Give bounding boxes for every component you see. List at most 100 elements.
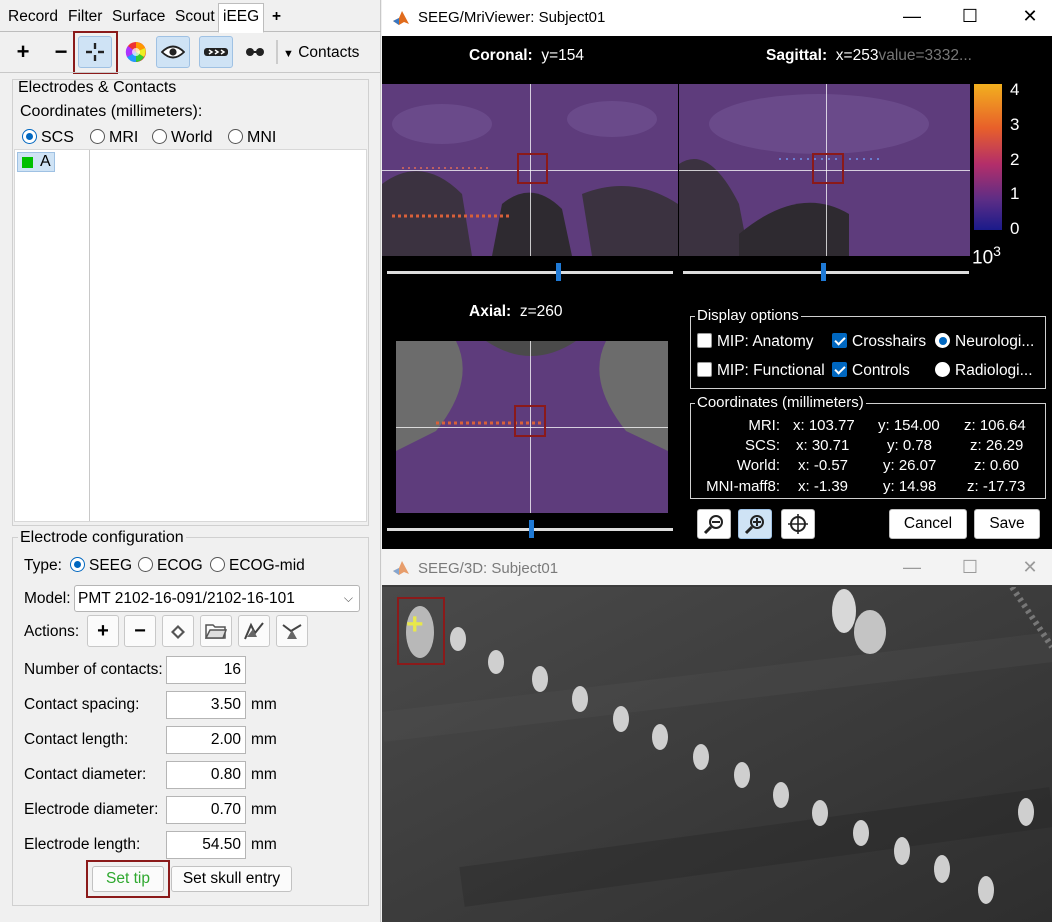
coord-scs-radio[interactable]: SCS <box>22 129 74 147</box>
electrode-color-swatch <box>22 157 33 168</box>
coord-mni-radio[interactable]: MNI <box>228 129 276 147</box>
ieeg-panel: Record Filter Surface Scout iEEG + + − ▼… <box>0 0 381 922</box>
sagittal-slider[interactable] <box>683 271 969 274</box>
neurological-radio[interactable]: Neurologi... <box>935 333 1034 351</box>
action-open-button[interactable] <box>200 615 232 647</box>
maximize-icon[interactable]: ☐ <box>955 557 985 578</box>
model-select[interactable]: PMT 2102-16-091/2102-16-101 ⌵ <box>74 585 360 612</box>
sagittal-value: x=253 <box>835 47 879 64</box>
tab-add[interactable]: + <box>268 4 285 30</box>
list-item[interactable]: A <box>17 152 55 172</box>
electrode-direction-button[interactable] <box>199 36 233 68</box>
tab-surface[interactable]: Surface <box>108 4 169 30</box>
checkbox-indicator <box>832 333 847 348</box>
coronal-target-box <box>517 153 548 184</box>
axial-slice[interactable] <box>396 341 668 513</box>
axial-name: Axial: <box>469 303 512 320</box>
electrode-list[interactable]: A <box>14 149 367 522</box>
coord-mri-radio[interactable]: MRI <box>90 129 138 147</box>
tip-crosshair-icon: + <box>406 608 424 641</box>
coord-mni-z: z: -17.73 <box>967 478 1026 495</box>
mip-functional-checkbox[interactable]: MIP: Functional <box>697 362 825 380</box>
type-ecog-mid-radio[interactable]: ECOG-mid <box>210 557 305 575</box>
crosshair-highlight <box>73 31 118 74</box>
save-button[interactable]: Save <box>974 509 1040 539</box>
maximize-icon[interactable]: ☐ <box>955 6 985 27</box>
radiological-radio[interactable]: Radiologi... <box>935 362 1033 380</box>
add-electrode-button[interactable]: + <box>6 36 40 68</box>
action-add-button[interactable]: + <box>87 615 119 647</box>
coord-mri-y: y: 154.00 <box>878 417 940 434</box>
checkbox-indicator <box>697 333 712 348</box>
action-project-button[interactable] <box>238 615 270 647</box>
contacts-menu[interactable]: ▼ Contacts <box>283 44 359 62</box>
coord-world-y: y: 26.07 <box>883 457 937 474</box>
radio-indicator <box>138 557 153 572</box>
type-seeg-radio[interactable]: SEEG <box>70 557 132 575</box>
coordinates-label: Coordinates (millimeters): <box>20 103 203 120</box>
controls-checkbox[interactable]: Controls <box>832 362 910 380</box>
type-ecog-radio[interactable]: ECOG <box>138 557 203 575</box>
electrode-length-label: Electrode length: <box>24 836 141 853</box>
action-remove-button[interactable]: − <box>124 615 156 647</box>
contact-diameter-unit: mm <box>251 766 277 783</box>
sagittal-slider-thumb[interactable] <box>821 263 826 281</box>
sagittal-target-box <box>812 153 844 184</box>
num-contacts-input[interactable]: 16 <box>166 656 246 684</box>
caret-down-icon: ▼ <box>283 48 294 60</box>
visibility-button[interactable] <box>156 36 190 68</box>
axial-slider-thumb[interactable] <box>529 520 534 538</box>
type-seeg-label: SEEG <box>89 557 133 574</box>
action-edit-button[interactable] <box>162 615 194 647</box>
viewer-3d-canvas[interactable]: + <box>382 585 1052 922</box>
contact-length-input[interactable]: 2.00 <box>166 726 246 754</box>
coronal-slice[interactable] <box>382 84 678 256</box>
color-button[interactable] <box>119 36 153 68</box>
close-icon[interactable]: ✕ <box>1015 6 1045 27</box>
reset-view-button[interactable] <box>781 509 815 539</box>
sagittal-slice[interactable] <box>679 84 970 256</box>
axial-label: Axial: z=260 <box>469 303 563 321</box>
mip-anatomy-checkbox[interactable]: MIP: Anatomy <box>697 333 813 351</box>
checkbox-indicator <box>697 362 712 377</box>
coord-world-radio[interactable]: World <box>152 129 213 147</box>
tab-filter[interactable]: Filter <box>64 4 106 30</box>
coronal-slider-thumb[interactable] <box>556 263 561 281</box>
colorbar-tick-1: 1 <box>1010 184 1020 203</box>
tab-record[interactable]: Record <box>4 4 62 30</box>
coronal-slider[interactable] <box>387 271 673 274</box>
cancel-button[interactable]: Cancel <box>889 509 967 539</box>
tab-ieeg[interactable]: iEEG <box>218 3 265 33</box>
display-options-title: Display options <box>695 307 801 324</box>
contact-spacing-label: Contact spacing: <box>24 696 140 713</box>
crosshairs-checkbox[interactable]: Crosshairs <box>832 333 926 351</box>
align-icon <box>282 624 302 639</box>
minimize-icon[interactable]: — <box>897 6 927 27</box>
tab-scout[interactable]: Scout <box>171 4 219 30</box>
viewer-3d-title: SEEG/3D: Subject01 <box>418 560 559 577</box>
set-skull-entry-button[interactable]: Set skull entry <box>171 866 292 892</box>
action-align-button[interactable] <box>276 615 308 647</box>
contacts-menu-label: Contacts <box>298 44 360 61</box>
minimize-icon[interactable]: — <box>897 557 927 578</box>
zoom-out-icon <box>703 515 723 535</box>
zoom-out-button[interactable] <box>697 509 731 539</box>
close-icon[interactable]: ✕ <box>1015 557 1045 578</box>
contact-diameter-input[interactable]: 0.80 <box>166 761 246 789</box>
colorbar-tick-2: 2 <box>1010 150 1020 169</box>
color-wheel-icon <box>125 42 146 63</box>
contacts-dots-button[interactable] <box>238 36 272 68</box>
radio-indicator <box>935 333 950 348</box>
coord-mri-z: z: 106.64 <box>964 417 1026 434</box>
viewer-3d-titlebar: SEEG/3D: Subject01 — ☐ ✕ <box>382 549 1052 585</box>
contact-diameter-label: Contact diameter: <box>24 766 147 783</box>
contact-spacing-input[interactable]: 3.50 <box>166 691 246 719</box>
electrode-diameter-input[interactable]: 0.70 <box>166 796 246 824</box>
coord-label-mri: MRI: <box>748 417 780 434</box>
zoom-in-icon <box>744 515 764 535</box>
colorbar-tick-4: 4 <box>1010 80 1020 99</box>
toolbar-separator <box>0 72 381 73</box>
electrode-length-input[interactable]: 54.50 <box>166 831 246 859</box>
minus-icon: − <box>54 39 68 64</box>
zoom-in-button[interactable] <box>738 509 772 539</box>
